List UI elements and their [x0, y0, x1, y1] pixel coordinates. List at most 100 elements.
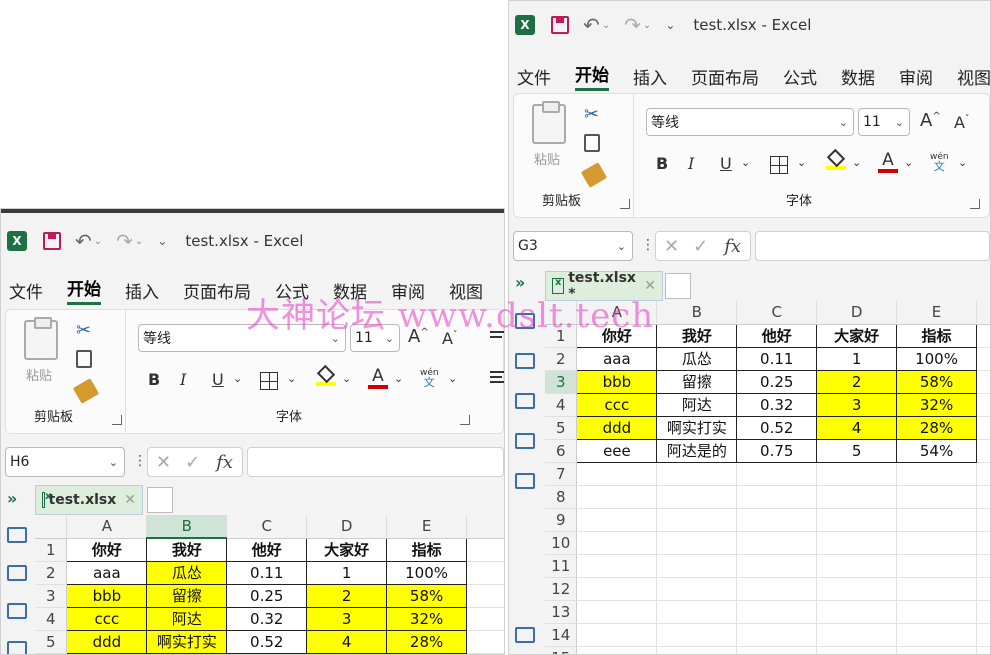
cell[interactable]: 2: [306, 583, 388, 608]
cell[interactable]: [576, 508, 658, 532]
cell[interactable]: 他好: [736, 323, 818, 348]
formula-bar-handle-icon[interactable]: ⋮: [641, 237, 655, 253]
underline-button[interactable]: U: [212, 370, 224, 389]
save-icon[interactable]: [551, 16, 569, 34]
phonetic-dropdown-icon[interactable]: ⌄: [958, 156, 967, 169]
screen-icon[interactable]: [7, 565, 27, 581]
cell[interactable]: [896, 508, 977, 532]
cell[interactable]: [736, 577, 818, 601]
tab-view[interactable]: 视图: [957, 64, 990, 89]
font-color-dropdown-icon[interactable]: ⌄: [394, 372, 403, 385]
paste-button-label[interactable]: 粘贴: [26, 365, 52, 384]
cell[interactable]: [656, 646, 738, 654]
cell[interactable]: 2: [816, 369, 898, 394]
undo-dropdown-icon[interactable]: ⌄: [602, 20, 610, 31]
fill-color-icon[interactable]: [826, 148, 846, 172]
cell[interactable]: [816, 462, 898, 486]
cell[interactable]: [816, 531, 898, 555]
fill-color-icon[interactable]: [316, 364, 336, 388]
cell[interactable]: 你好: [576, 323, 658, 348]
column-header-e[interactable]: E: [386, 515, 468, 539]
phonetic-dropdown-icon[interactable]: ⌄: [448, 372, 457, 385]
cell[interactable]: [976, 600, 990, 624]
increase-font-size-button[interactable]: A^: [408, 326, 429, 347]
row-header[interactable]: 12: [545, 577, 578, 601]
clipboard-launcher-icon[interactable]: [112, 415, 122, 425]
tab-file[interactable]: 文件: [9, 278, 43, 303]
tab-data[interactable]: 数据: [333, 278, 367, 303]
tab-page-layout[interactable]: 页面布局: [691, 64, 759, 89]
cell[interactable]: 28%: [896, 415, 977, 440]
column-header-d[interactable]: D: [306, 515, 388, 539]
cell[interactable]: 0.25: [226, 583, 308, 608]
borders-dropdown-icon[interactable]: ⌄: [797, 156, 806, 169]
cell[interactable]: [576, 485, 658, 509]
cell[interactable]: 32%: [386, 606, 468, 631]
binoculars-icon[interactable]: [515, 473, 535, 489]
close-icon[interactable]: ✕: [644, 278, 656, 294]
cell[interactable]: 3: [306, 606, 388, 631]
close-icon[interactable]: ✕: [124, 492, 136, 508]
format-painter-icon[interactable]: [580, 162, 608, 188]
borders-icon[interactable]: [770, 156, 788, 174]
cell[interactable]: 0.32: [736, 392, 818, 417]
formula-input[interactable]: [247, 447, 504, 477]
cell[interactable]: 0.75: [736, 438, 818, 463]
cell[interactable]: [656, 485, 738, 509]
phonetic-guide-icon[interactable]: wén 文: [420, 368, 439, 388]
tab-view[interactable]: 视图: [449, 278, 483, 303]
cell[interactable]: 58%: [386, 583, 468, 608]
cell[interactable]: [816, 623, 898, 647]
font-name-select[interactable]: 等线 ⌄: [646, 108, 854, 136]
cell[interactable]: [656, 577, 738, 601]
row-header[interactable]: 1: [545, 324, 578, 348]
cell[interactable]: 100%: [896, 346, 977, 371]
row-header[interactable]: 11: [545, 554, 578, 578]
decrease-font-size-button[interactable]: Aˇ: [442, 329, 457, 348]
resize-icon[interactable]: [515, 627, 535, 643]
row-header[interactable]: 2: [35, 561, 68, 585]
cell[interactable]: [736, 646, 818, 654]
font-color-dropdown-icon[interactable]: ⌄: [904, 156, 913, 169]
cell[interactable]: 0.11: [736, 346, 818, 371]
cell[interactable]: [656, 462, 738, 486]
clipboard-launcher-icon[interactable]: [620, 199, 630, 209]
cell[interactable]: 你好: [66, 537, 148, 562]
cell[interactable]: 啊实打实: [146, 629, 228, 654]
cell[interactable]: bbb: [576, 369, 658, 394]
cell[interactable]: [576, 554, 658, 578]
cell[interactable]: [736, 623, 818, 647]
cell[interactable]: 留擦: [656, 369, 738, 394]
print-icon[interactable]: [7, 603, 27, 619]
row-header[interactable]: 14: [545, 623, 578, 647]
column-header-c[interactable]: C: [736, 301, 818, 325]
column-header-e[interactable]: E: [896, 301, 977, 325]
cell[interactable]: 4: [816, 415, 898, 440]
undo-icon[interactable]: ↶: [583, 13, 600, 37]
cell[interactable]: [976, 531, 990, 555]
redo-icon[interactable]: ↷: [624, 13, 641, 37]
cell[interactable]: 指标: [896, 323, 977, 348]
tab-insert[interactable]: 插入: [125, 278, 159, 303]
font-size-select[interactable]: 11 ⌄: [350, 324, 400, 352]
cell[interactable]: [976, 554, 990, 578]
copy-icon[interactable]: [76, 350, 92, 368]
cell[interactable]: 阿达: [656, 392, 738, 417]
tab-review[interactable]: 审阅: [899, 64, 933, 89]
customize-qat-icon[interactable]: ⌄: [157, 234, 167, 248]
italic-button[interactable]: I: [180, 370, 186, 389]
grid-icon[interactable]: [515, 433, 535, 449]
phonetic-guide-icon[interactable]: wén 文: [930, 152, 949, 172]
cell[interactable]: 32%: [896, 392, 977, 417]
row-header[interactable]: 7: [545, 462, 578, 486]
row-header[interactable]: 4: [545, 393, 578, 417]
cell[interactable]: [816, 554, 898, 578]
cell[interactable]: [896, 623, 977, 647]
enter-icon[interactable]: ✓: [693, 236, 708, 257]
paste-button-label[interactable]: 粘贴: [534, 149, 560, 168]
undo-icon[interactable]: ↶: [75, 229, 92, 253]
cell[interactable]: aaa: [576, 346, 658, 371]
cell[interactable]: 1: [816, 346, 898, 371]
row-header[interactable]: 15: [545, 646, 578, 654]
column-header-d[interactable]: D: [816, 301, 898, 325]
